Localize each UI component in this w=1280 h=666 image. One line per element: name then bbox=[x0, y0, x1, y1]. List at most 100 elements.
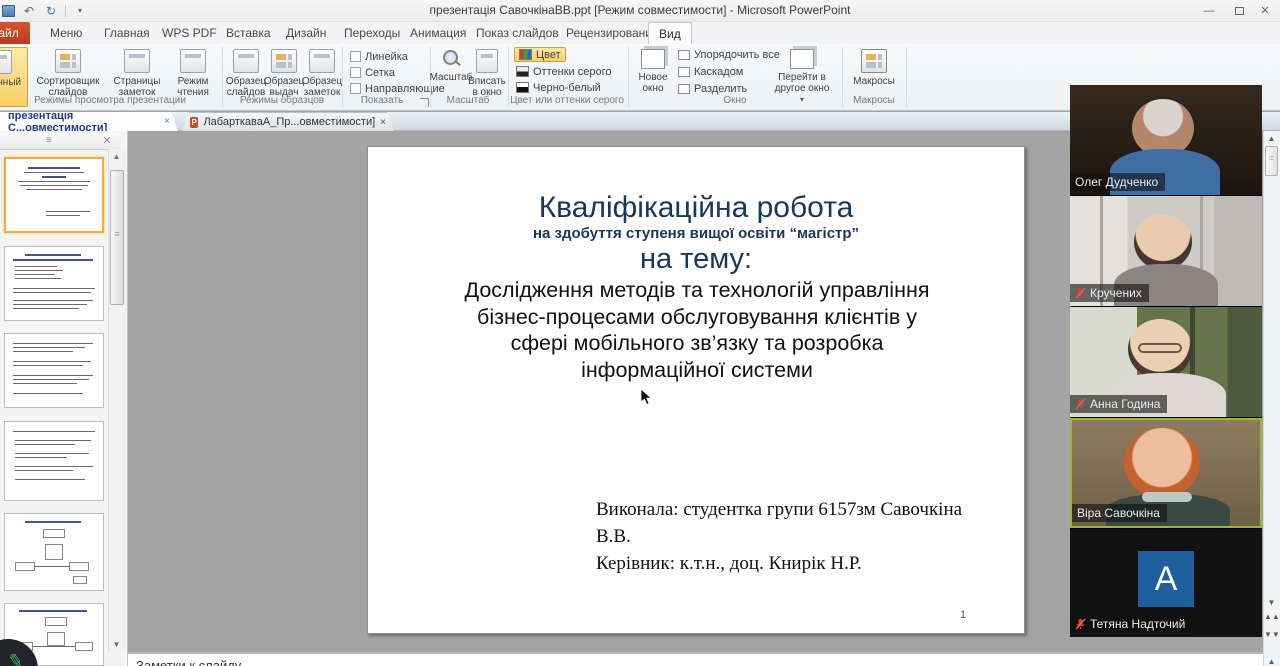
participant-name-label: Анна Година bbox=[1070, 395, 1167, 413]
ruler-checkbox[interactable] bbox=[350, 51, 361, 62]
group-view-modes-caption: Режимы просмотра презентации bbox=[0, 95, 220, 106]
split-icon bbox=[678, 84, 690, 94]
group-window-caption: Окно bbox=[630, 95, 840, 106]
group-zoom-caption: Масштаб bbox=[430, 95, 506, 106]
maximize-icon bbox=[1235, 7, 1244, 15]
arrange-all-icon bbox=[678, 50, 690, 60]
tab-insert[interactable]: Вставка bbox=[216, 22, 281, 44]
thumbnails-scroll-thumb[interactable] bbox=[110, 170, 124, 305]
avatar-initial: А bbox=[1138, 551, 1194, 607]
close-button[interactable]: ✕ bbox=[1252, 4, 1278, 19]
collar bbox=[1142, 492, 1192, 502]
slide-thumbnail-2[interactable] bbox=[4, 246, 104, 321]
scroll-down-icon[interactable]: ▼ bbox=[1264, 598, 1279, 607]
guides-checkbox[interactable] bbox=[350, 83, 361, 94]
notes-scroll-up-icon[interactable]: ▲ bbox=[1264, 657, 1279, 666]
magnifier-icon bbox=[441, 49, 461, 69]
normal-view-icon bbox=[0, 50, 12, 74]
scroll-up-icon[interactable]: ▲ bbox=[109, 152, 124, 161]
group-show-caption: Показать bbox=[344, 95, 420, 106]
pane-close-icon[interactable]: ✕ bbox=[100, 134, 114, 148]
previous-slide-icon[interactable]: ▲▲ bbox=[1264, 614, 1279, 620]
video-tile-5[interactable]: А Тетяна Надточий bbox=[1070, 529, 1262, 637]
window-title: презентація СавочкінаВВ.ppt [Режим совме… bbox=[0, 3, 1280, 17]
grayscale-icon bbox=[516, 66, 529, 77]
tab-design[interactable]: Дизайн bbox=[276, 22, 336, 44]
grid-checkbox[interactable] bbox=[350, 67, 361, 78]
slide-thumbnail-5[interactable] bbox=[4, 513, 104, 591]
tab-view[interactable]: Вид bbox=[648, 22, 692, 44]
slide-topic-text: Дослідження методів та технологій управл… bbox=[408, 277, 986, 383]
tab-file[interactable]: Файл bbox=[0, 22, 30, 44]
slide-master-icon bbox=[233, 49, 259, 73]
pencil-icon: ✎ bbox=[6, 650, 25, 666]
show-dialog-launcher-icon[interactable] bbox=[420, 98, 429, 107]
tab-home[interactable]: Главная bbox=[94, 22, 160, 44]
main-scrollbar[interactable] bbox=[1263, 131, 1280, 666]
black-white-icon bbox=[516, 82, 529, 93]
slide-credits: Виконала: студентка групи 6157зм Савочкі… bbox=[596, 496, 996, 577]
slide-sorter-icon bbox=[55, 49, 81, 73]
tab-close-icon[interactable]: × bbox=[380, 117, 386, 128]
next-slide-icon[interactable]: ▼▼ bbox=[1264, 632, 1279, 638]
group-macros-caption: Макросы bbox=[844, 95, 904, 106]
slide-title: Кваліфікаційна робота bbox=[368, 191, 1024, 225]
document-tab-current[interactable]: презентація С...овместимости] × bbox=[0, 112, 178, 131]
notes-pane[interactable]: Заметки к слайду bbox=[128, 652, 1280, 666]
grid-checkbox-row[interactable]: Сетка bbox=[350, 65, 395, 80]
video-tile-1[interactable]: Олег Дудченко bbox=[1070, 85, 1262, 195]
group-masters-caption: Режимы образцов bbox=[224, 95, 340, 106]
document-tab-other[interactable]: P ЛабарткаваА_Пр...овместимости] × bbox=[182, 112, 394, 131]
group-separator bbox=[842, 47, 843, 107]
tab-animation[interactable]: Анимация bbox=[400, 22, 476, 44]
reading-view-icon bbox=[180, 49, 206, 73]
group-color-caption: Цвет или оттенки серого bbox=[508, 95, 626, 106]
group-separator bbox=[906, 47, 907, 107]
powerpoint-file-icon: P bbox=[190, 117, 198, 128]
participant-name-label: Віра Савочкіна bbox=[1072, 504, 1167, 522]
tab-slideshow[interactable]: Показ слайдов bbox=[466, 22, 569, 44]
color-icon bbox=[519, 49, 532, 60]
tab-transitions[interactable]: Переходы bbox=[334, 22, 410, 44]
color-button[interactable]: Цвет bbox=[514, 47, 566, 62]
scroll-down-icon[interactable]: ▼ bbox=[109, 640, 124, 649]
slide-page-number: 1 bbox=[960, 609, 966, 621]
black-white-button[interactable]: Черно-белый bbox=[516, 80, 601, 95]
tab-close-icon[interactable]: × bbox=[164, 116, 170, 127]
video-call-panel: Олег Дудченко Кручених Анна Година bbox=[1070, 85, 1262, 637]
participant-avatar bbox=[1124, 428, 1200, 498]
muted-mic-icon bbox=[1075, 398, 1086, 410]
slide-canvas[interactable]: Кваліфікаційна робота на здобуття ступен… bbox=[367, 146, 1025, 634]
macros-icon bbox=[861, 49, 887, 73]
powerpoint-window: ↶ ↻ ▾ презентація СавочкінаВВ.ppt [Режим… bbox=[0, 0, 1280, 666]
video-tile-4[interactable]: Віра Савочкіна bbox=[1070, 418, 1262, 528]
group-separator bbox=[222, 47, 223, 107]
fit-to-window-icon bbox=[476, 49, 498, 73]
slide-thumbnail-1[interactable] bbox=[4, 157, 104, 233]
ruler-checkbox-row[interactable]: Линейка bbox=[350, 49, 408, 64]
minimize-button[interactable]: — bbox=[1196, 4, 1222, 19]
video-tile-2[interactable]: Кручених bbox=[1070, 196, 1262, 306]
split-button[interactable]: Разделить bbox=[678, 81, 747, 96]
video-tile-3[interactable]: Анна Година bbox=[1070, 307, 1262, 417]
arrange-all-button[interactable]: Упорядочить все bbox=[678, 47, 780, 62]
main-scroll-thumb[interactable] bbox=[1265, 146, 1278, 176]
slides-tab-icon[interactable]: ≡ bbox=[42, 136, 56, 146]
group-separator bbox=[628, 47, 629, 107]
maximize-button[interactable] bbox=[1226, 4, 1252, 19]
muted-mic-icon bbox=[1075, 618, 1086, 630]
glasses bbox=[1138, 343, 1182, 353]
participant-name-label: Кручених bbox=[1070, 284, 1149, 302]
scroll-up-icon[interactable]: ▲ bbox=[1264, 134, 1279, 143]
muted-mic-icon bbox=[1075, 287, 1086, 299]
switch-window-icon bbox=[790, 49, 814, 69]
handout-master-icon bbox=[271, 49, 297, 73]
grayscale-button[interactable]: Оттенки серого bbox=[516, 64, 611, 79]
slide-thumbnail-3[interactable] bbox=[4, 333, 104, 408]
mouse-cursor bbox=[640, 388, 652, 406]
slide-thumbnail-4[interactable] bbox=[4, 421, 104, 501]
cascade-button[interactable]: Каскадом bbox=[678, 64, 743, 79]
tab-menu[interactable]: Меню bbox=[40, 22, 92, 44]
group-separator bbox=[342, 47, 343, 107]
new-window-icon bbox=[641, 49, 665, 69]
